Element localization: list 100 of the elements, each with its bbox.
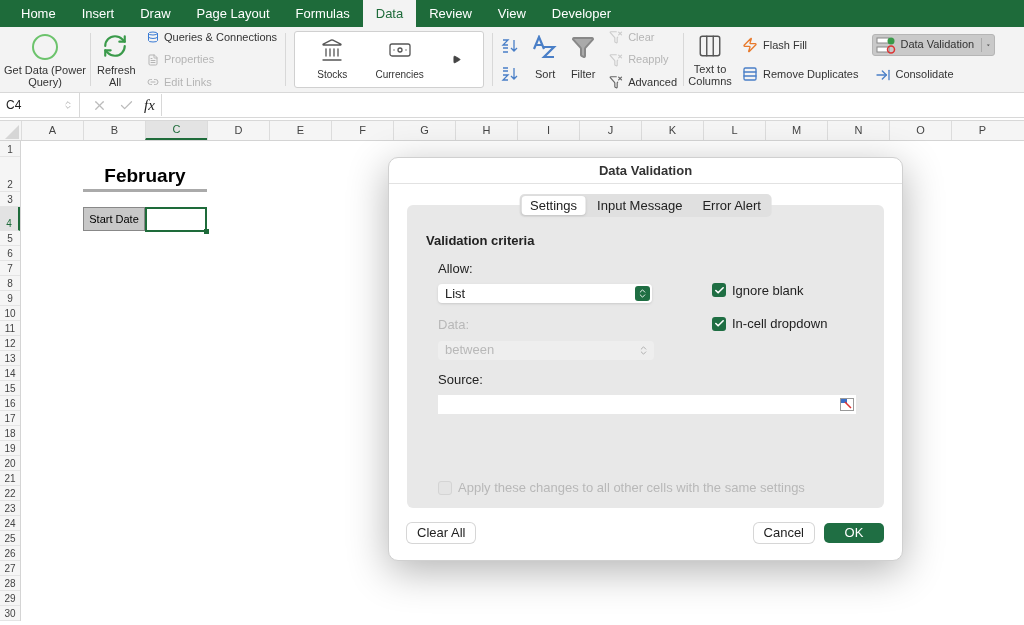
column-header[interactable]: L [703, 121, 765, 140]
sort-az-icon [532, 35, 559, 59]
filter-button[interactable]: Filter [563, 27, 604, 92]
row-header[interactable]: 20 [0, 456, 20, 471]
row-header[interactable]: 18 [0, 426, 20, 441]
range-select-icon[interactable] [840, 398, 854, 411]
filter-icon [609, 30, 624, 44]
row-header[interactable]: 29 [0, 591, 20, 606]
ribbon-tab[interactable]: Draw [127, 0, 184, 27]
gallery-arrow-icon[interactable] [452, 55, 461, 64]
row-header[interactable]: 8 [0, 276, 20, 291]
row-header[interactable]: 24 [0, 516, 20, 531]
ribbon-tab[interactable]: Formulas [282, 0, 363, 27]
column-header[interactable]: N [827, 121, 889, 140]
column-header[interactable]: C [145, 121, 207, 140]
refresh-icon [102, 33, 128, 59]
row-header[interactable]: 13 [0, 351, 20, 366]
checkbox-label: In-cell dropdown [732, 315, 828, 333]
sort-button[interactable]: Sort [527, 27, 564, 92]
allow-label: Allow: [438, 259, 474, 278]
ribbon-tab[interactable]: Review [416, 0, 485, 27]
row-header[interactable]: 22 [0, 486, 20, 501]
row-header[interactable]: 4 [0, 207, 20, 231]
data-type-button[interactable]: Stocks [317, 37, 348, 82]
row-header[interactable]: 2 [0, 157, 20, 192]
ribbon-tab[interactable]: Data [362, 0, 417, 27]
row-header[interactable]: 30 [0, 606, 20, 621]
ribbon-tab[interactable]: View [484, 0, 539, 27]
lightning-icon [742, 37, 759, 54]
source-field[interactable] [438, 395, 856, 414]
dialog-tab[interactable]: Input Message [588, 196, 692, 215]
text-to-columns-button[interactable]: Text to Columns [684, 27, 737, 92]
source-label: Source: [438, 371, 483, 387]
row-header[interactable]: 10 [0, 306, 20, 321]
validation-icon [876, 35, 897, 54]
data-type-button[interactable]: Currencies [375, 37, 424, 82]
name-box[interactable]: C4 [0, 92, 80, 118]
row-header[interactable]: 6 [0, 246, 20, 261]
ribbon-tab[interactable]: Home [8, 0, 69, 27]
document-icon [147, 53, 159, 66]
row-header[interactable]: 14 [0, 366, 20, 381]
ribbon-tab[interactable]: Page Layout [183, 0, 283, 27]
label-cell: Start Date [83, 207, 145, 231]
get-data-button[interactable]: Get Data (Power Query) [0, 27, 90, 92]
row-header[interactable]: 15 [0, 381, 20, 396]
row-header[interactable]: 12 [0, 336, 20, 351]
row-header[interactable]: 5 [0, 231, 20, 246]
checkbox[interactable] [712, 316, 726, 331]
active-cell[interactable] [145, 207, 207, 232]
checkbox[interactable] [712, 283, 726, 298]
sort-descending-icon[interactable] [501, 64, 520, 83]
ribbon-menu-item[interactable]: Consolidate [872, 63, 996, 86]
dialog-button[interactable]: Clear All [407, 523, 476, 543]
row-header[interactable]: 21 [0, 471, 20, 486]
ribbon-tab[interactable]: Insert [68, 0, 128, 27]
filter-icon [571, 35, 596, 59]
stepper-icon [638, 344, 649, 356]
column-header[interactable]: O [889, 121, 951, 140]
circle-icon [31, 33, 59, 61]
row-header[interactable]: 11 [0, 321, 20, 336]
ribbon-menu-item[interactable]: Flash Fill [742, 37, 859, 54]
ribbon-tab[interactable]: Developer [538, 0, 625, 27]
column-header[interactable]: E [269, 121, 331, 140]
dialog-tab[interactable]: Error Alert [693, 196, 770, 215]
row-header[interactable]: 27 [0, 561, 20, 576]
row-header[interactable]: 19 [0, 441, 20, 456]
ribbon-menu-item[interactable]: Queries & Connections [147, 28, 278, 46]
title-cell: February [83, 164, 207, 192]
column-header[interactable]: G [393, 121, 455, 140]
fill-handle[interactable] [204, 229, 209, 234]
column-header[interactable]: I [517, 121, 579, 140]
row-header[interactable]: 28 [0, 576, 20, 591]
function-button[interactable]: fx [144, 93, 162, 117]
dialog-title: Data Validation [598, 161, 693, 180]
row-header[interactable]: 23 [0, 501, 20, 516]
row-header[interactable]: 1 [0, 141, 20, 157]
bank-icon [320, 37, 345, 62]
column-header[interactable]: K [641, 121, 703, 140]
dialog-button[interactable]: Cancel [753, 523, 814, 543]
ribbon-menu-item[interactable]: Advanced [609, 73, 678, 91]
row-header[interactable]: 9 [0, 291, 20, 306]
column-header[interactable]: F [331, 121, 393, 140]
column-header[interactable]: A [21, 121, 83, 140]
row-header[interactable]: 26 [0, 546, 20, 561]
allow-select[interactable]: List [438, 284, 652, 303]
column-header[interactable]: P [951, 121, 1013, 140]
column-header[interactable]: M [765, 121, 827, 140]
column-header[interactable]: J [579, 121, 641, 140]
ribbon-menu-item[interactable]: Remove Duplicates [742, 65, 859, 82]
row-header[interactable]: 17 [0, 411, 20, 426]
dialog-tab[interactable]: Settings [521, 196, 587, 215]
refresh-all-button[interactable]: Refresh All [91, 27, 139, 92]
sort-ascending-icon[interactable] [501, 36, 520, 55]
column-header[interactable]: H [455, 121, 517, 140]
row-header[interactable]: 16 [0, 396, 20, 411]
row-header[interactable]: 7 [0, 261, 20, 276]
column-header[interactable]: D [207, 121, 269, 140]
row-header[interactable]: 25 [0, 531, 20, 546]
ribbon-menu-item[interactable]: Data Validation [872, 33, 996, 56]
ok-button[interactable]: OK [824, 523, 884, 543]
